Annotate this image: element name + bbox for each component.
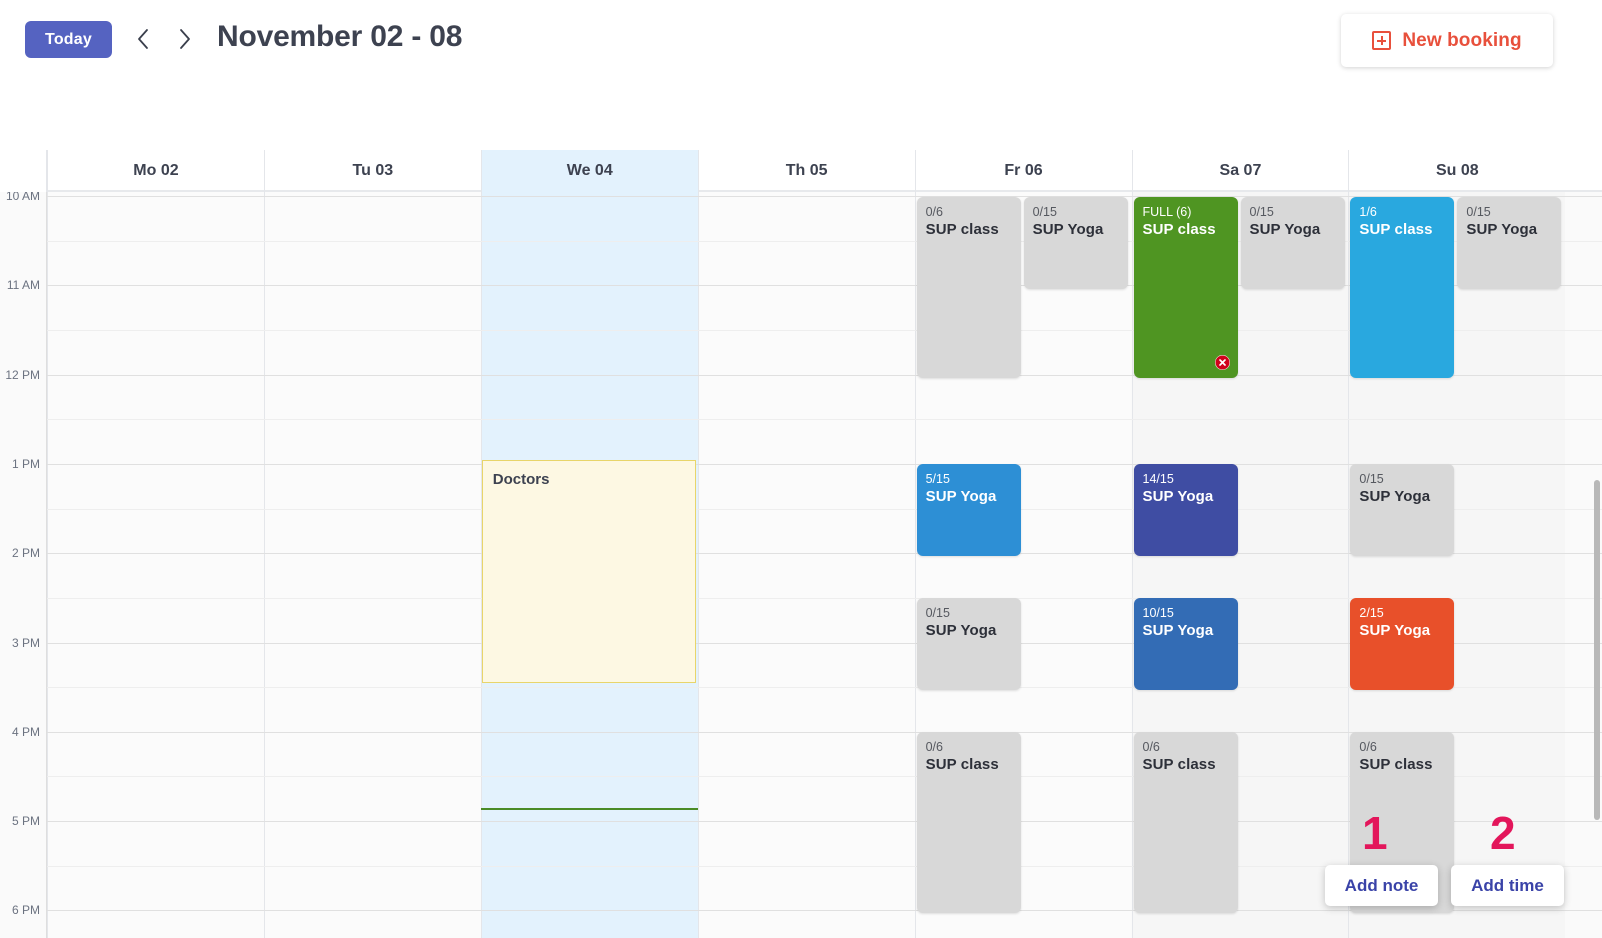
add-note-button[interactable]: Add note: [1325, 865, 1438, 906]
event-title: SUP Yoga: [1359, 488, 1431, 505]
calendar-event[interactable]: 1/6 SUP class: [1350, 197, 1455, 378]
event-title: SUP Yoga: [1359, 622, 1431, 639]
time-label: 12 PM: [5, 367, 40, 382]
event-title: SUP class: [1142, 756, 1216, 773]
calendar-event[interactable]: 10/15 SUP Yoga: [1133, 598, 1238, 690]
time-label: 3 PM: [11, 635, 40, 650]
event-capacity: 0/6: [1359, 740, 1377, 754]
time-label: 1 PM: [11, 456, 40, 471]
event-capacity: 0/15: [925, 606, 950, 620]
event-capacity: 0/15: [1466, 205, 1491, 219]
day-column-th-05[interactable]: [697, 192, 915, 938]
time-label: 4 PM: [11, 724, 40, 739]
event-title: SUP Yoga: [1466, 221, 1538, 238]
filter-toolbar: Weekly Bookings ? Show unbooked Fil: [0, 78, 1602, 207]
event-capacity: 0/15: [1249, 205, 1274, 219]
half-hour-gridline: [47, 419, 1602, 421]
annotation-number-1: 1: [1362, 807, 1388, 859]
vertical-scrollbar-thumb[interactable]: [1594, 480, 1600, 820]
date-range-title: November 02 - 08: [217, 20, 463, 53]
calendar-event[interactable]: 0/15 SUP Yoga: [1350, 464, 1455, 556]
event-title: SUP Yoga: [925, 622, 997, 639]
event-capacity: 0/6: [925, 205, 943, 219]
day-header-sa-07[interactable]: Sa 07: [1131, 150, 1349, 192]
new-booking-label: New booking: [1402, 29, 1522, 51]
current-time-indicator: [480, 808, 698, 810]
event-capacity: 14/15: [1142, 472, 1174, 486]
event-capacity: 1/6: [1359, 205, 1377, 219]
calendar-event[interactable]: 0/15 SUP Yoga: [1023, 197, 1128, 289]
day-header-th-05[interactable]: Th 05: [697, 150, 915, 192]
new-booking-button[interactable]: New booking: [1341, 14, 1553, 67]
next-week-button[interactable]: [170, 24, 200, 54]
calendar-event[interactable]: 0/6 SUP class: [916, 197, 1021, 378]
event-title: SUP Yoga: [925, 488, 997, 505]
event-title: SUP class: [1359, 221, 1433, 238]
event-capacity: 2/15: [1359, 606, 1384, 620]
event-title: SUP Yoga: [1032, 221, 1104, 238]
time-label: 5 PM: [11, 814, 40, 829]
time-axis: 10 AM 11 AM 12 PM 1 PM 2 PM 3 PM 4 PM 5 PM 6 PM: [0, 192, 47, 938]
cancel-event-icon[interactable]: [1214, 355, 1230, 370]
event-title: SUP Yoga: [1142, 622, 1214, 639]
calendar-event[interactable]: 0/15 SUP Yoga: [1240, 197, 1345, 289]
time-label: 10 AM: [5, 192, 40, 203]
day-header-su-08[interactable]: Su 08: [1348, 150, 1565, 192]
event-capacity: 0/6: [925, 740, 943, 754]
previous-week-button[interactable]: [128, 24, 158, 54]
event-title: SUP class: [1359, 756, 1433, 773]
calendar-note[interactable]: Doctors: [481, 460, 696, 683]
calendar-event[interactable]: 14/15 SUP Yoga: [1133, 464, 1238, 556]
day-header-tu-03[interactable]: Tu 03: [263, 150, 481, 192]
event-capacity: 5/15: [925, 472, 950, 486]
add-time-button[interactable]: Add time: [1451, 865, 1564, 906]
chevron-left-icon: [136, 28, 150, 50]
event-capacity: FULL (6): [1142, 205, 1192, 219]
booking-calendar-page: Today November 02 - 08 New booking Weekl…: [0, 0, 1602, 938]
time-label: 11 AM: [6, 278, 40, 293]
time-gutter-header: [0, 150, 47, 192]
plus-square-icon: [1372, 31, 1392, 50]
event-capacity: 0/15: [1032, 205, 1057, 219]
calendar-event[interactable]: 0/15 SUP Yoga: [916, 598, 1021, 690]
day-header-row: Mo 02 Tu 03 We 04 Th 05 Fr 06 Sa 07 Su 08: [0, 150, 1602, 192]
event-title: SUP class: [1142, 221, 1216, 238]
day-header-mo-02[interactable]: Mo 02: [47, 150, 264, 192]
annotation-number-2: 2: [1490, 807, 1516, 859]
event-title: SUP class: [925, 221, 999, 238]
calendar-event[interactable]: 5/15 SUP Yoga: [916, 464, 1021, 556]
event-title: SUP class: [925, 756, 999, 773]
day-column-mo-02[interactable]: [47, 192, 264, 938]
chevron-right-icon: [178, 28, 192, 50]
today-button[interactable]: Today: [25, 21, 112, 58]
calendar-event[interactable]: FULL (6) SUP class: [1133, 197, 1238, 378]
event-title: SUP Yoga: [1249, 221, 1321, 238]
vertical-scrollbar[interactable]: [1593, 192, 1602, 938]
day-header-we-04[interactable]: We 04: [480, 150, 698, 192]
time-label: 6 PM: [11, 903, 40, 918]
event-capacity: 0/6: [1142, 740, 1160, 754]
top-toolbar: Today November 02 - 08 New booking: [0, 0, 1602, 78]
calendar-event[interactable]: 0/6 SUP class: [916, 732, 1021, 913]
calendar-event[interactable]: 0/6 SUP class: [1133, 732, 1238, 913]
calendar-event[interactable]: 0/15 SUP Yoga: [1457, 197, 1562, 289]
day-header-fr-06[interactable]: Fr 06: [914, 150, 1132, 192]
event-title: SUP Yoga: [1142, 488, 1214, 505]
event-capacity: 10/15: [1142, 606, 1174, 620]
time-label: 2 PM: [11, 546, 40, 561]
day-column-tu-03[interactable]: [263, 192, 481, 938]
note-title: Doctors: [492, 471, 550, 488]
event-capacity: 0/15: [1359, 472, 1384, 486]
calendar-event[interactable]: 2/15 SUP Yoga: [1350, 598, 1455, 690]
